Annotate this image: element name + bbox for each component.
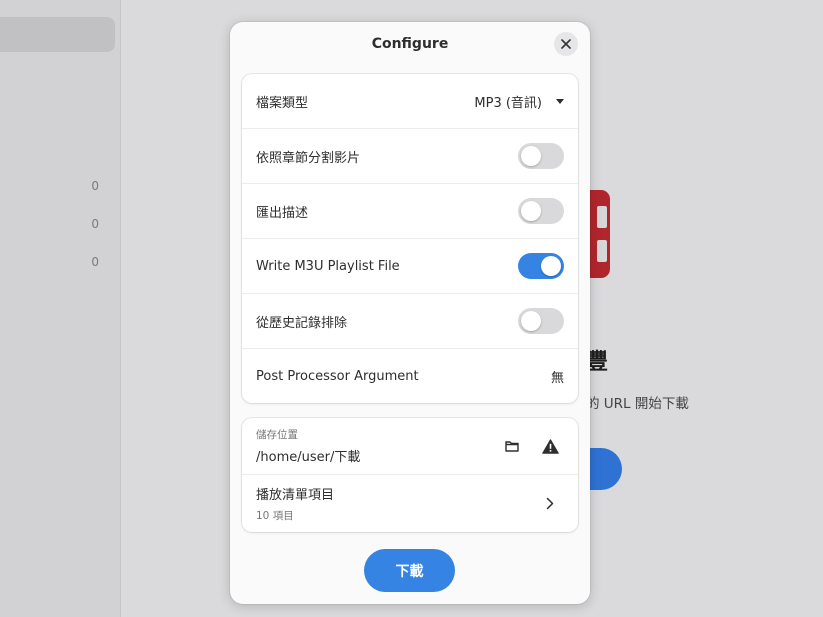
post-processor-row[interactable]: Post Processor Argument 無	[242, 349, 578, 403]
sidebar-count: 0	[91, 179, 99, 193]
split-chapters-row: 依照章節分割影片	[242, 129, 578, 184]
close-button[interactable]	[554, 32, 578, 56]
download-button[interactable]: 下載	[364, 549, 455, 592]
split-chapters-toggle[interactable]	[518, 143, 564, 169]
chevron-button[interactable]	[536, 490, 564, 518]
folder-icon	[505, 441, 519, 452]
file-type-dropdown[interactable]: MP3 (音訊)	[474, 92, 564, 111]
playlist-items-title: 播放清單項目	[256, 488, 335, 503]
sidebar-count: 0	[91, 255, 99, 269]
split-chapters-label: 依照章節分割影片	[256, 150, 361, 166]
dropdown-arrow-icon	[556, 98, 564, 104]
post-processor-value: 無	[550, 371, 564, 386]
options-card: 檔案類型 MP3 (音訊) 依照章節分割影片 匯出描述 Write M3U Pl…	[242, 74, 578, 403]
write-m3u-label: Write M3U Playlist File	[256, 258, 400, 274]
warning-button[interactable]	[536, 432, 564, 460]
chevron-right-icon	[546, 497, 554, 510]
sidebar: 0 0 0	[0, 0, 121, 617]
export-description-toggle[interactable]	[518, 198, 564, 224]
close-icon	[561, 39, 571, 49]
export-description-label: 匯出描述	[256, 205, 309, 221]
file-type-row[interactable]: 檔案類型 MP3 (音訊)	[242, 74, 578, 129]
write-m3u-row: Write M3U Playlist File	[242, 239, 578, 294]
playlist-items-count: 10 項目	[256, 510, 294, 522]
exclude-history-toggle[interactable]	[518, 308, 564, 334]
empty-state-hint: 的 URL 開始下載	[586, 396, 689, 412]
configure-dialog: Configure 檔案類型 MP3 (音訊) 依照章節分割影片 匯出描述 Wr…	[230, 22, 590, 604]
save-location-caption: 儲存位置	[256, 429, 298, 441]
sidebar-item-selected[interactable]	[0, 17, 115, 52]
save-location-row: 儲存位置 /home/user/下載	[242, 418, 578, 475]
exclude-history-row: 從歷史記錄排除	[242, 294, 578, 349]
exclude-history-label: 從歷史記錄排除	[256, 315, 348, 331]
export-description-row: 匯出描述	[242, 184, 578, 239]
warning-icon	[541, 438, 559, 454]
write-m3u-toggle[interactable]	[518, 253, 564, 279]
file-type-label: 檔案類型	[256, 95, 309, 111]
sidebar-count: 0	[91, 217, 99, 231]
location-card: 儲存位置 /home/user/下載 播放清單項目 10 項目	[242, 418, 578, 532]
select-folder-button[interactable]	[498, 432, 526, 460]
file-type-value: MP3 (音訊)	[474, 95, 542, 111]
dialog-title: Configure	[371, 36, 449, 52]
save-location-path: /home/user/下載	[256, 450, 361, 465]
post-processor-label: Post Processor Argument	[256, 369, 419, 384]
playlist-items-row[interactable]: 播放清單項目 10 項目	[242, 475, 578, 532]
